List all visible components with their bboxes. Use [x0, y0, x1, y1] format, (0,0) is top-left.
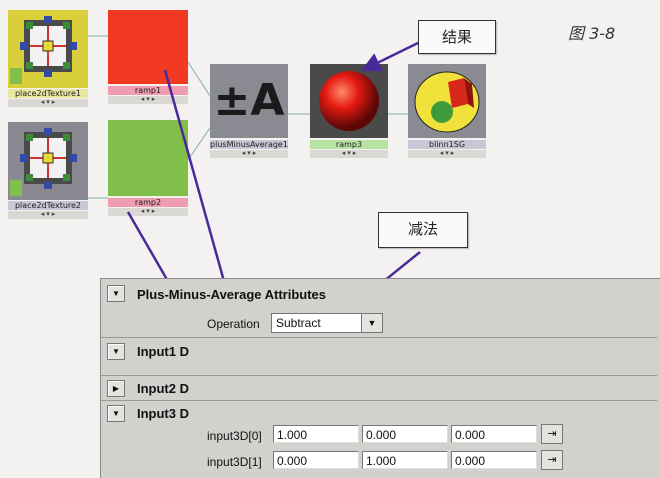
- node-ramp2[interactable]: ramp2 ◂ ▾ ▸: [108, 120, 188, 220]
- operation-dropdown[interactable]: Subtract ▼: [271, 313, 383, 333]
- operation-label: Operation: [207, 317, 260, 331]
- divider: [101, 400, 657, 401]
- node-ports: ◂ ▾ ▸: [8, 211, 88, 219]
- node-ramp1[interactable]: ramp1 ◂ ▾ ▸: [108, 10, 188, 112]
- divider: [101, 375, 657, 376]
- node-ports: ◂ ▾ ▸: [8, 99, 88, 107]
- callout-subtract: 减法: [378, 212, 468, 248]
- section-title: Input3 D: [137, 406, 189, 421]
- pma-attributes-section: ▼ Plus-Minus-Average Attributes Operatio…: [103, 283, 659, 339]
- node-ports: ◂ ▾ ▸: [210, 150, 288, 158]
- node-shading-group[interactable]: blinn1SG ◂ ▾ ▸: [408, 64, 486, 162]
- node-label: ramp2: [108, 198, 188, 207]
- collapse-toggle[interactable]: ▼: [107, 405, 125, 422]
- node-label: place2dTexture2: [8, 201, 88, 210]
- map-button-icon[interactable]: ⇥: [541, 424, 563, 444]
- plus-minus-icon: ±A: [210, 64, 288, 138]
- connection-line: [187, 127, 211, 161]
- input3d-0-x[interactable]: 1.000: [273, 425, 359, 443]
- node-ports: ◂ ▾ ▸: [408, 150, 486, 158]
- node-ramp3[interactable]: ramp3 ◂ ▾ ▸: [310, 64, 388, 162]
- input2-section: ▶ Input2 D: [103, 378, 659, 400]
- node-label: ramp3: [310, 140, 388, 149]
- input3d-1-label: input3D[1]: [207, 455, 262, 469]
- section-title: Input2 D: [137, 381, 189, 396]
- ramp1-swatch: [108, 10, 188, 84]
- input3-section: ▼ Input3 D input3D[0] 1.000 0.000 0.000 …: [103, 403, 659, 477]
- collapse-toggle[interactable]: ▼: [107, 343, 125, 360]
- callout-result: 结果: [418, 20, 496, 54]
- operation-value: Subtract: [276, 316, 321, 330]
- collapse-toggle[interactable]: ▼: [107, 285, 125, 302]
- input3d-1-y[interactable]: 1.000: [362, 451, 448, 469]
- node-label: blinn1SG: [408, 140, 486, 149]
- node-place2dtexture1[interactable]: place2dTexture1 ◂ ▾ ▸: [8, 10, 88, 110]
- node-ports: ◂ ▾ ▸: [310, 150, 388, 158]
- chevron-down-icon: ▼: [361, 314, 382, 332]
- section-title: Input1 D: [137, 344, 189, 359]
- attribute-editor: ▼ Plus-Minus-Average Attributes Operatio…: [100, 278, 660, 478]
- connection-line: [187, 61, 211, 97]
- divider: [101, 337, 657, 338]
- input3d-1-z[interactable]: 0.000: [451, 451, 537, 469]
- input1-section: ▼ Input1 D: [103, 341, 659, 363]
- section-title: Plus-Minus-Average Attributes: [137, 287, 327, 302]
- node-label: place2dTexture1: [8, 89, 88, 98]
- node-label: plusMinusAverage1: [210, 140, 288, 149]
- shading-group-icon: [408, 64, 486, 138]
- node-ports: ◂ ▾ ▸: [108, 96, 188, 104]
- node-plusminusaverage[interactable]: ±A plusMinusAverage1 ◂ ▾ ▸: [210, 64, 288, 162]
- input3d-0-label: input3D[0]: [207, 429, 262, 443]
- map-button-icon[interactable]: ⇥: [541, 450, 563, 470]
- node-place2dtexture2[interactable]: place2dTexture2 ◂ ▾ ▸: [8, 122, 88, 222]
- ramp2-swatch: [108, 120, 188, 196]
- place2d-texture-icon: [8, 10, 88, 88]
- expand-toggle[interactable]: ▶: [107, 380, 125, 397]
- result-sphere-icon: [310, 64, 388, 138]
- figure-label: 图 3-8: [568, 24, 616, 43]
- place2d-texture-icon: [8, 122, 88, 200]
- node-label: ramp1: [108, 86, 188, 95]
- input3d-0-z[interactable]: 0.000: [451, 425, 537, 443]
- node-ports: ◂ ▾ ▸: [108, 208, 188, 216]
- input3d-0-y[interactable]: 0.000: [362, 425, 448, 443]
- input3d-1-x[interactable]: 0.000: [273, 451, 359, 469]
